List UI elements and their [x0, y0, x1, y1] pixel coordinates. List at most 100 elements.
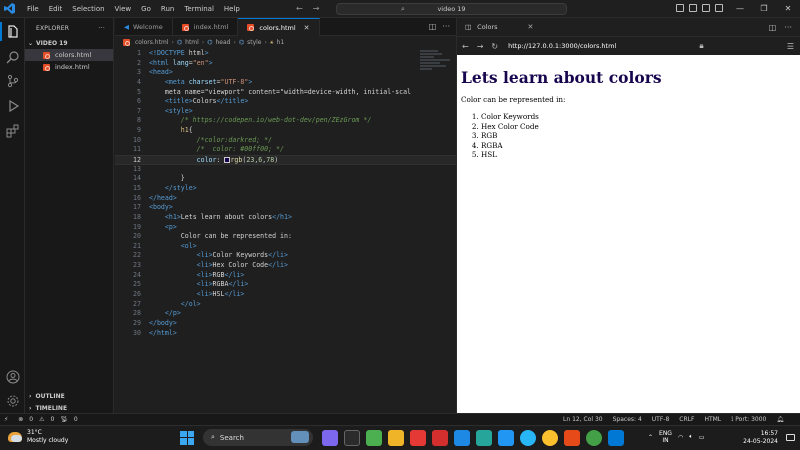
breadcrumb-item[interactable]: colors.html: [135, 39, 168, 46]
task-view-icon[interactable]: [343, 429, 360, 446]
code-line[interactable]: 15 </style>: [115, 184, 456, 194]
folder-video-19[interactable]: ⌄ VIDEO 19: [25, 38, 113, 49]
minimap[interactable]: [420, 49, 456, 89]
toggle-panel-icon[interactable]: [689, 4, 697, 12]
source-control-icon[interactable]: [5, 73, 20, 88]
tab-welcome[interactable]: ◀ Welcome: [115, 18, 173, 36]
code-line[interactable]: 17 <body>: [115, 203, 456, 213]
command-center[interactable]: ⌕ video 19: [336, 3, 567, 15]
file-colors-html[interactable]: colors.html: [25, 49, 113, 61]
menu-terminal[interactable]: Terminal: [179, 0, 219, 18]
toggle-secondary-sidebar-icon[interactable]: [702, 4, 710, 12]
forward-arrow-icon[interactable]: →: [477, 42, 484, 51]
toggle-primary-sidebar-icon[interactable]: [676, 4, 684, 12]
settings-gear-icon[interactable]: [5, 393, 20, 408]
more-actions-icon[interactable]: ···: [99, 25, 105, 32]
windows-start-icon[interactable]: [180, 430, 194, 445]
app-icon[interactable]: [365, 429, 382, 446]
breadcrumb-item[interactable]: html: [185, 39, 199, 46]
code-line[interactable]: 9 h1{: [115, 126, 456, 136]
code-line[interactable]: 13: [115, 165, 456, 175]
taskbar-search[interactable]: ⌕ Search: [203, 429, 313, 446]
code-line[interactable]: 3 <head>: [115, 68, 456, 78]
menu-help[interactable]: Help: [219, 0, 245, 18]
breadcrumb-item[interactable]: h1: [277, 39, 285, 46]
code-view[interactable]: 1 <!DOCTYPE html> 2 <html lang="en"> 3 <head>…: [115, 49, 456, 338]
run-debug-icon[interactable]: [5, 98, 20, 113]
code-line[interactable]: 22 <li>Color Keywords</li>: [115, 251, 456, 261]
copilot-app-icon[interactable]: [321, 429, 338, 446]
code-line[interactable]: 16 </head>: [115, 194, 456, 204]
menu-selection[interactable]: Selection: [67, 0, 109, 18]
menu-icon[interactable]: ☰: [787, 42, 800, 51]
account-icon[interactable]: [5, 369, 20, 384]
close-icon[interactable]: ✕: [776, 0, 800, 18]
language-indicator[interactable]: ENG IN: [659, 430, 672, 444]
code-line[interactable]: 20 Color can be represented in:: [115, 232, 456, 242]
wifi-icon[interactable]: ◠: [678, 434, 683, 441]
volume-icon[interactable]: 🔈︎: [689, 433, 693, 441]
code-line[interactable]: 12 color: rgb(23,6,78): [115, 155, 456, 165]
code-line[interactable]: 28 </p>: [115, 309, 456, 319]
line-ending[interactable]: CRLF: [679, 416, 694, 424]
encoding[interactable]: UTF-8: [652, 416, 670, 424]
code-line[interactable]: 4 <meta charset="UTF-8">: [115, 78, 456, 88]
customize-layout-icon[interactable]: [715, 4, 723, 12]
search-icon[interactable]: [5, 49, 20, 64]
code-line[interactable]: 8 /* https://codepen.io/web-dot-dev/pen/…: [115, 116, 456, 126]
tab-index-html[interactable]: index.html: [173, 18, 239, 36]
error-count[interactable]: 0: [29, 416, 33, 423]
code-line[interactable]: 1 <!DOCTYPE html>: [115, 49, 456, 59]
breadcrumb-item[interactable]: style: [247, 39, 261, 46]
forward-arrow-icon[interactable]: →: [313, 4, 320, 13]
file-index-html[interactable]: index.html: [25, 61, 113, 73]
explorer-icon[interactable]: [0, 22, 20, 41]
cursor-position[interactable]: Ln 12, Col 30: [563, 416, 603, 424]
chrome-icon[interactable]: [541, 429, 558, 446]
code-line[interactable]: 7 <style>: [115, 107, 456, 117]
clock[interactable]: 16:57 24-05-2024: [743, 430, 778, 446]
weather-widget[interactable]: 31°C Mostly cloudy: [8, 429, 68, 445]
more-actions-icon[interactable]: ···: [442, 22, 450, 31]
code-line[interactable]: 6 <title>Colors</title>: [115, 97, 456, 107]
code-line[interactable]: 19 <p>: [115, 223, 456, 233]
split-editor-icon[interactable]: ◫: [769, 23, 777, 32]
restore-icon[interactable]: ❐: [752, 0, 776, 18]
live-server-port[interactable]: ⟟ Port: 3000: [731, 416, 766, 424]
back-arrow-icon[interactable]: ←: [462, 42, 469, 51]
app-icon[interactable]: [431, 429, 448, 446]
menu-edit[interactable]: Edit: [44, 0, 68, 18]
menu-file[interactable]: File: [22, 0, 44, 18]
extensions-icon[interactable]: [5, 123, 20, 138]
browser-tab[interactable]: ◫ Colors ✕: [457, 18, 541, 37]
whatsapp-icon[interactable]: [585, 429, 602, 446]
warning-count[interactable]: 0: [50, 416, 54, 423]
code-line[interactable]: 26 <li>HSL</li>: [115, 290, 456, 300]
app-icon[interactable]: [563, 429, 580, 446]
code-line[interactable]: 23 <li>Hex Color Code</li>: [115, 261, 456, 271]
close-tab-icon[interactable]: ✕: [304, 24, 310, 32]
code-line[interactable]: 30 </html>: [115, 329, 456, 339]
remote-icon[interactable]: ⚡: [4, 416, 8, 423]
code-line[interactable]: 18 <h1>Lets learn about colors</h1>: [115, 213, 456, 223]
errors-icon[interactable]: ⊗: [18, 416, 23, 423]
app-icon[interactable]: [453, 429, 470, 446]
code-line[interactable]: 11 /* color: #00ff00; */: [115, 145, 456, 155]
tab-colors-html[interactable]: colors.html ✕: [238, 18, 320, 36]
close-tab-icon[interactable]: ✕: [528, 23, 534, 31]
menu-view[interactable]: View: [110, 0, 137, 18]
menu-run[interactable]: Run: [156, 0, 179, 18]
language-mode[interactable]: HTML: [704, 416, 721, 424]
back-arrow-icon[interactable]: ←: [296, 4, 303, 13]
vscode-taskbar-icon[interactable]: [607, 429, 624, 446]
warning-icon[interactable]: ⚠: [39, 416, 44, 423]
youtube-icon[interactable]: [409, 429, 426, 446]
code-line[interactable]: 10 /*color:darkred; */: [115, 136, 456, 146]
code-line[interactable]: 2 <html lang="en">: [115, 59, 456, 69]
notifications-bell-icon[interactable]: 🔔︎: [776, 416, 784, 424]
code-line[interactable]: 24 <li>RGB</li>: [115, 271, 456, 281]
more-actions-icon[interactable]: ···: [784, 23, 792, 32]
url-input[interactable]: http://127.0.0.1:3000/colors.html: [508, 42, 616, 50]
app-icon[interactable]: [475, 429, 492, 446]
chevron-up-icon[interactable]: ⌃: [648, 434, 653, 441]
